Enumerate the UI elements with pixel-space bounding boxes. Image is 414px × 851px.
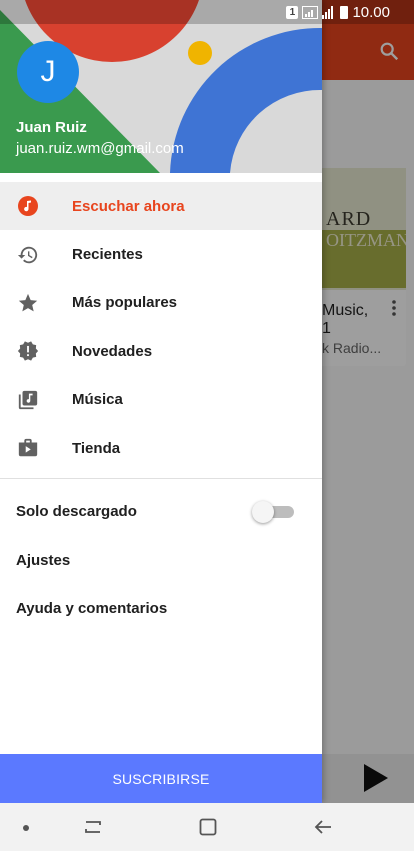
back-icon[interactable] [314,819,332,835]
navigation-drawer: J Juan Ruiz juan.ruiz.wm@gmail.com Escuc… [0,0,322,803]
recent-apps-icon[interactable] [84,819,102,835]
menu-item-tienda[interactable]: Tienda [0,424,322,472]
nav-dot-icon[interactable] [23,825,29,831]
star-icon [17,292,39,314]
toggle-thumb [252,501,274,523]
sim-icon: 1 [286,5,299,19]
menu-item-recientes[interactable]: Recientes [0,230,322,278]
shop-icon [17,437,39,459]
avatar[interactable]: J [17,41,79,103]
new-releases-icon [17,340,39,362]
drawer-menu: Escuchar ahora Recientes Más populares N… [0,182,322,472]
menu-item-mas-populares[interactable]: Más populares [0,279,322,327]
menu-item-escuchar-ahora[interactable]: Escuchar ahora [0,182,322,231]
drawer-divider [0,478,322,479]
clock: 10.00 [352,3,390,21]
downloaded-only-label: Solo descargado [16,503,137,520]
menu-item-novedades[interactable]: Novedades [0,327,322,375]
menu-item-label: Novedades [72,342,153,360]
menu-item-label: Recientes [72,246,143,264]
home-icon[interactable] [199,818,217,836]
user-email[interactable]: juan.ruiz.wm@gmail.com [16,140,184,157]
cell-signal-icon [322,5,334,19]
history-icon [17,244,39,266]
user-name: Juan Ruiz [16,119,87,136]
battery-icon [340,5,349,19]
help-feedback-item[interactable]: Ayuda y comentarios [16,600,167,617]
drawer-header: J Juan Ruiz juan.ruiz.wm@gmail.com [0,0,322,173]
menu-item-label: Música [72,391,123,409]
status-bar: 1 10.00 [0,0,414,24]
menu-item-label: Tienda [72,439,121,457]
menu-item-label: Más populares [72,294,178,312]
subscribe-button[interactable]: SUSCRIBIRSE [0,754,322,803]
system-nav-bar [0,803,414,851]
settings-item[interactable]: Ajustes [16,552,70,569]
menu-item-musica[interactable]: Música [0,376,322,424]
music-library-icon [17,389,39,411]
wifi-signal-icon [302,5,319,19]
menu-item-label: Escuchar ahora [72,197,185,215]
music-note-icon [17,195,39,217]
downloaded-only-toggle[interactable] [252,501,294,523]
